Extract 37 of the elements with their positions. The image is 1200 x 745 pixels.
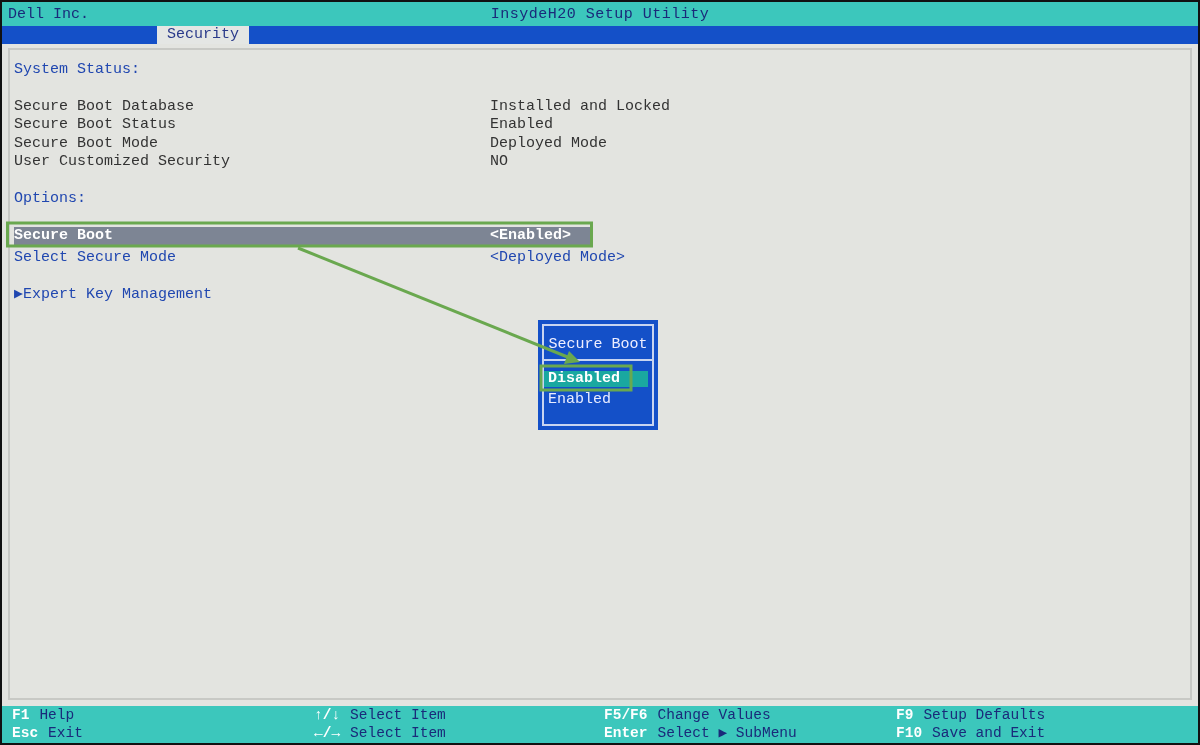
key-hint: F1 xyxy=(12,707,30,725)
option-value: <Deployed Mode> xyxy=(490,249,626,268)
key-hint: Esc xyxy=(12,724,39,742)
vendor-name: Dell Inc. xyxy=(8,5,90,23)
key-action: Select Item xyxy=(350,707,446,725)
section-heading: System Status: xyxy=(14,61,142,80)
status-value: Deployed Mode xyxy=(490,134,608,153)
option-label: Secure Boot xyxy=(14,226,114,244)
status-label: User Customized Security xyxy=(14,153,232,172)
option-row[interactable]: Select Secure Mode <Deployed Mode> xyxy=(14,249,1186,268)
option-label: Select Secure Mode xyxy=(14,249,177,266)
status-label: Secure Boot Database xyxy=(14,97,196,117)
option-value: <Enabled> xyxy=(490,226,571,245)
popup-option[interactable]: Enabled xyxy=(544,392,652,408)
key-hint: ↑/↓ xyxy=(314,707,341,725)
key-hint: F10 xyxy=(896,724,923,742)
option-row[interactable]: Secure Boot <Enabled> xyxy=(14,226,592,245)
utility-title: InsydeH20 Setup Utility xyxy=(489,5,711,23)
status-value: Enabled xyxy=(490,116,553,135)
key-hint: ←/→ xyxy=(314,724,341,742)
submenu-item[interactable]: ▶Expert Key Management xyxy=(14,285,1186,305)
key-hint: F5/F6 xyxy=(604,707,648,725)
key-action: Exit xyxy=(48,724,83,742)
section-heading: Options: xyxy=(14,189,87,209)
key-hint: Enter xyxy=(604,724,648,742)
menu-tab[interactable]: Security xyxy=(157,26,249,44)
key-action: Help xyxy=(39,707,75,725)
status-label: Secure Boot Mode xyxy=(14,134,160,153)
key-hint: F9 xyxy=(896,707,914,725)
key-action: Setup Defaults xyxy=(923,707,1046,725)
key-action: Save and Exit xyxy=(932,724,1046,742)
key-action: Select Item xyxy=(350,724,446,742)
status-label: Secure Boot Status xyxy=(14,116,178,135)
key-action: Select ▶ SubMenu xyxy=(657,724,797,742)
status-value: Installed and Locked xyxy=(490,97,671,117)
key-action: Change Values xyxy=(657,707,771,725)
status-value: NO xyxy=(490,153,508,172)
